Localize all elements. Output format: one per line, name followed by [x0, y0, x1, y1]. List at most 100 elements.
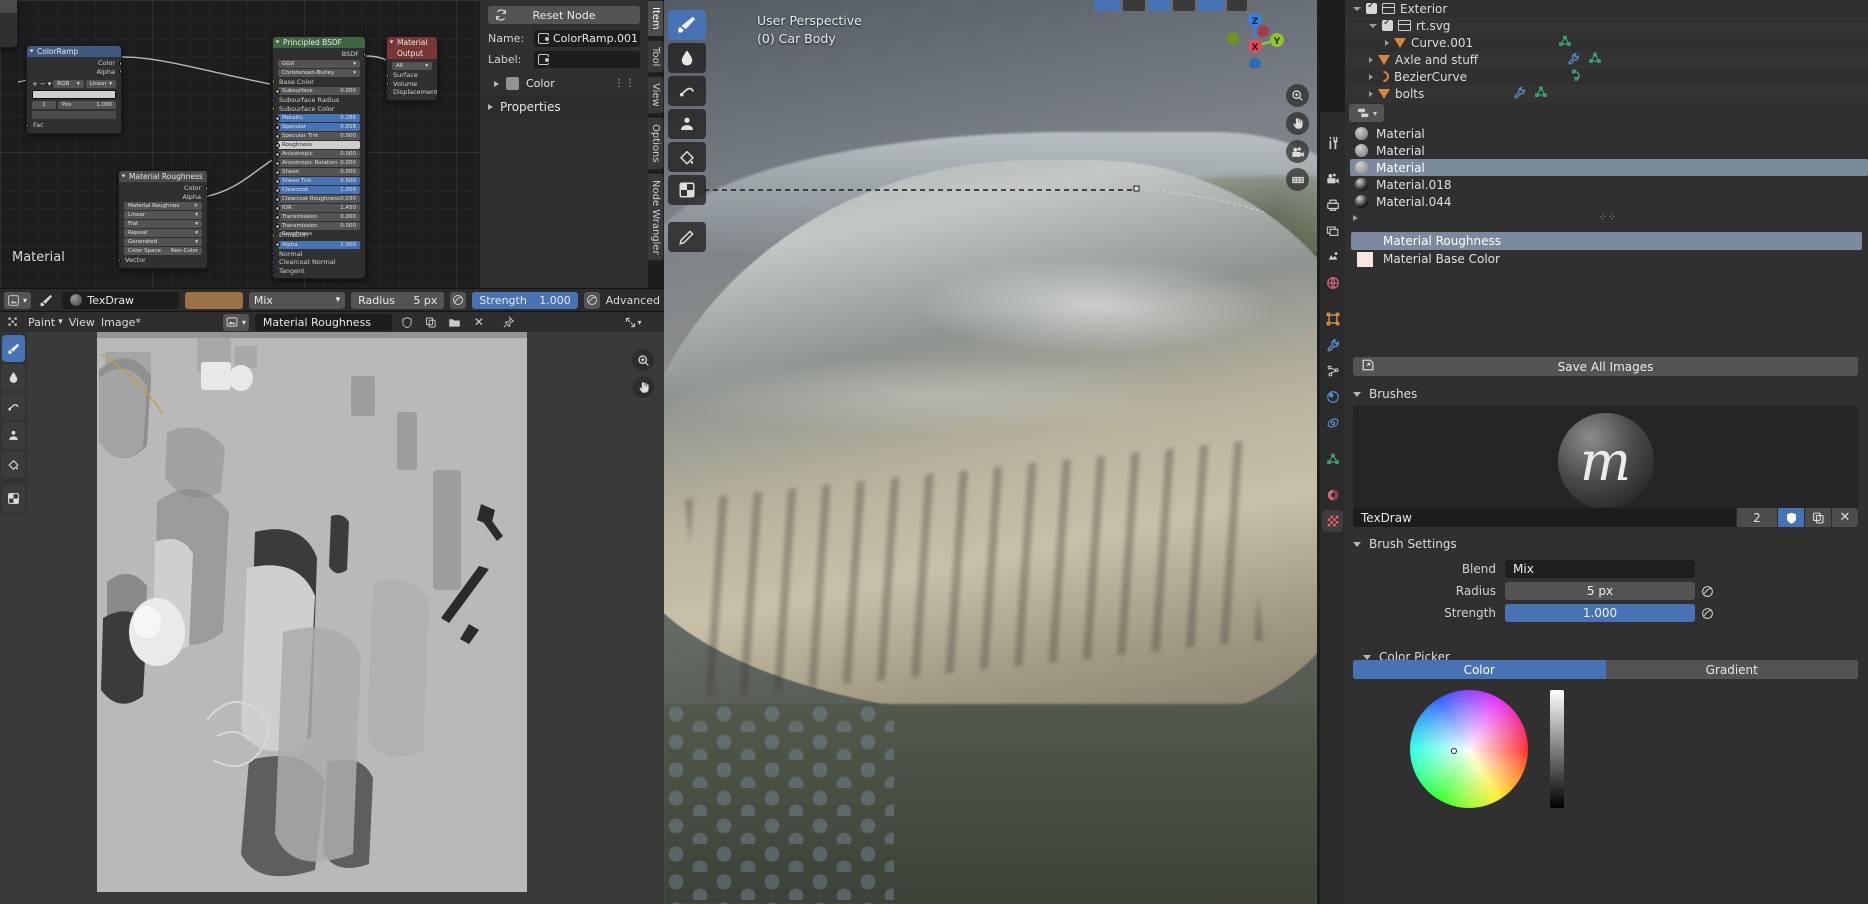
viewport-toolbar[interactable]: [668, 10, 706, 252]
shading-solid-icon[interactable]: [1094, 0, 1120, 11]
outliner-row-beziercurve[interactable]: BezierCurve: [1345, 68, 1868, 85]
options-dots-icon[interactable]: ⋮⋮: [614, 78, 636, 89]
shield-icon[interactable]: [398, 314, 416, 331]
outliner-row-bolts[interactable]: bolts: [1345, 85, 1868, 102]
dropdown-value[interactable]: Mix: [1505, 560, 1695, 578]
node-material-output[interactable]: Material Output All ▾ Surface Volume Disp…: [386, 36, 438, 101]
properties-tab-scene[interactable]: [1322, 246, 1343, 268]
chevron-right-icon[interactable]: [1385, 39, 1389, 46]
bsdf-input-subsurface[interactable]: Subsurface 0.000: [275, 87, 360, 95]
node-colorramp[interactable]: ColorRamp Color Alpha + − ▾ RGB ▾ Linear…: [26, 45, 122, 134]
clone-icon[interactable]: [668, 109, 706, 139]
node-sidebar-tab-tool[interactable]: Tool: [648, 39, 664, 74]
socket-icon[interactable]: [275, 169, 280, 175]
node-output-color[interactable]: Color: [119, 184, 207, 193]
texture-slot-row[interactable]: Material Base Color: [1351, 250, 1862, 268]
color-subpanel-header[interactable]: Color ⋮⋮: [480, 72, 648, 95]
node-header[interactable]: Material Roughness: [119, 171, 207, 182]
properties-tab-texture[interactable]: [1322, 510, 1343, 532]
brush-icon[interactable]: [37, 292, 56, 309]
texture-slot-row[interactable]: Material Roughness: [1351, 232, 1862, 250]
strength-slider[interactable]: Strength 1.000: [472, 291, 578, 309]
subsurface-method-dropdown[interactable]: Christensen-Burley ▾: [278, 68, 360, 77]
advanced-menu[interactable]: Advanced: [606, 294, 660, 307]
socket-icon[interactable]: [275, 205, 280, 211]
mode-dropdown[interactable]: Paint ▾: [28, 316, 63, 329]
node-input-displacement[interactable]: Displacement: [387, 88, 437, 97]
socket-icon[interactable]: [205, 185, 207, 191]
node-header[interactable]: Color Space: [0, 0, 17, 13]
grip-dots-icon[interactable]: ⁘⁘: [1358, 212, 1858, 223]
image-name-field[interactable]: Material Roughnes ✕: [124, 202, 202, 210]
visibility-checkbox[interactable]: [1382, 17, 1393, 31]
socket-icon[interactable]: [205, 194, 207, 199]
material-slot-row[interactable]: Material.018: [1350, 176, 1868, 193]
node-label-input[interactable]: [534, 51, 640, 68]
node-sidebar-tab-options[interactable]: Options: [648, 116, 664, 170]
node-input-fac[interactable]: Fac: [27, 121, 121, 130]
outliner-row-axle-and-stuff[interactable]: Axle and stuff: [1345, 51, 1868, 68]
node-output-color[interactable]: Color: [27, 59, 121, 68]
shading-wireframe-icon[interactable]: [1173, 0, 1195, 11]
zoom-icon[interactable]: [632, 349, 654, 371]
properties-tab-bar[interactable]: [1320, 112, 1345, 904]
strength-pressure-toggle[interactable]: [583, 291, 600, 309]
zoom-icon[interactable]: [1286, 84, 1309, 107]
color-swatch[interactable]: [506, 77, 519, 90]
slider-value[interactable]: 5 px: [1505, 582, 1695, 600]
socket-icon[interactable]: [275, 196, 280, 202]
bsdf-input-sheen-tint[interactable]: Sheen Tint 0.500: [275, 177, 360, 185]
socket-icon[interactable]: [119, 257, 121, 263]
properties-tab-output[interactable]: [1322, 194, 1343, 216]
outliner-row-exterior[interactable]: Exterior: [1345, 0, 1868, 17]
pressure-toggle-icon[interactable]: [1697, 582, 1717, 600]
shading-rendered-icon[interactable]: [1148, 0, 1170, 11]
bsdf-input-alpha[interactable]: Alpha 1.000: [275, 240, 360, 249]
bsdf-input-ior[interactable]: IOR 1.450: [275, 204, 360, 212]
node-partial-left[interactable]: Color Space Vector: [0, 0, 18, 48]
image-name-field[interactable]: Material Roughness: [254, 313, 392, 331]
node-principled-bsdf[interactable]: Principled BSDF BSDF GGX ▾ Christensen-Bu…: [272, 36, 366, 279]
material-slot-row[interactable]: Material: [1350, 125, 1868, 142]
properties-panel-header[interactable]: Properties: [480, 95, 648, 119]
socket-icon[interactable]: [273, 79, 275, 84]
brush-datablock-row[interactable]: TexDraw 2 ✕: [1353, 508, 1858, 527]
shading-material-icon[interactable]: [1123, 0, 1145, 11]
node-sidebar-tab-item[interactable]: Item: [648, 0, 664, 37]
outliner-row-curve-001[interactable]: Curve.001: [1345, 34, 1868, 51]
editor-type-selector[interactable]: ▾: [4, 291, 32, 309]
color-picker-tabs[interactable]: Color Gradient: [1353, 660, 1858, 679]
slider-value[interactable]: 1.000: [1505, 604, 1695, 622]
target-dropdown[interactable]: All ▾: [392, 62, 432, 70]
properties-tab-constraint[interactable]: [1322, 412, 1343, 434]
close-icon[interactable]: ✕: [470, 314, 488, 331]
colorspace-dropdown[interactable]: Color Space Non-Color: [124, 247, 202, 255]
mesh-data-icon[interactable]: [1588, 52, 1602, 68]
mask-icon[interactable]: [668, 175, 706, 205]
chevron-right-icon[interactable]: [1369, 56, 1373, 63]
node-header[interactable]: Principled BSDF: [273, 37, 365, 48]
slot-dropdown[interactable]: ▾: [1349, 104, 1384, 122]
add-stop-icon[interactable]: +: [32, 80, 38, 88]
node-header[interactable]: ColorRamp: [27, 46, 121, 57]
socket-icon[interactable]: [275, 124, 280, 130]
properties-tab-data[interactable]: [1322, 448, 1343, 470]
pan-icon[interactable]: [1286, 112, 1309, 135]
chevron-right-icon[interactable]: [1369, 90, 1373, 97]
color-wheel-cursor[interactable]: [1451, 748, 1457, 754]
properties-tab-particles[interactable]: [1322, 360, 1343, 382]
brushes-panel-header[interactable]: Brushes: [1345, 384, 1417, 404]
interpolation-dropdown[interactable]: Linear ▾: [124, 211, 202, 219]
ortho-toggle-icon[interactable]: [1286, 168, 1309, 191]
brush-users-count[interactable]: 2: [1737, 508, 1777, 527]
socket-icon[interactable]: [387, 72, 389, 78]
socket-icon[interactable]: [273, 106, 275, 111]
image-menu[interactable]: Image*: [101, 316, 141, 329]
bsdf-input-anisotropic-rotation[interactable]: Anisotropic Rotation 0.000: [275, 159, 360, 167]
radius-pressure-toggle[interactable]: [450, 291, 467, 309]
3d-viewport[interactable]: User Perspective (0) Car Body Z Y X: [664, 0, 1317, 904]
mesh-data-icon[interactable]: [1558, 35, 1572, 51]
blend-mode-dropdown[interactable]: Mix ▾: [248, 291, 346, 309]
brush-settings-panel-header[interactable]: Brush Settings: [1345, 534, 1457, 554]
brush-preview[interactable]: m: [1353, 406, 1858, 516]
